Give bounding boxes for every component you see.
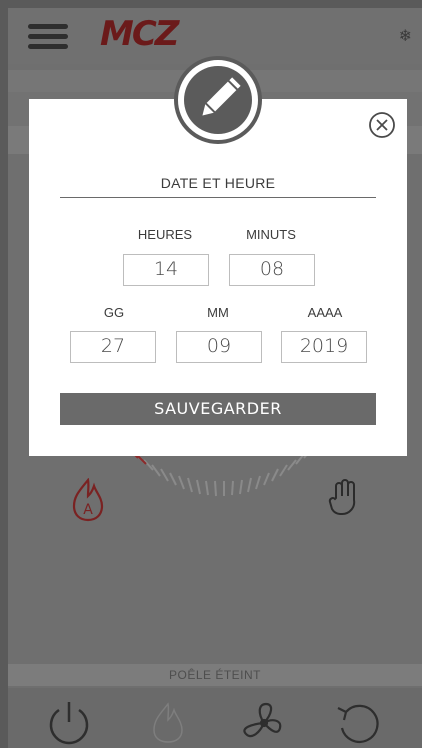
year-field[interactable]: 2019 xyxy=(281,331,367,363)
month-field[interactable]: 09 xyxy=(176,331,262,363)
hours-field[interactable]: 14 xyxy=(123,254,209,286)
manual-mode-hand-icon[interactable] xyxy=(328,478,362,522)
dialog-title: DATE ET HEURE xyxy=(160,175,276,191)
month-label: MM xyxy=(207,305,229,320)
status-bar: POÊLE ÉTEINT xyxy=(8,664,422,686)
date-time-dialog: DATE ET HEURE HEURES MINUTS 14 08 GG MM … xyxy=(29,99,407,456)
minutes-field[interactable]: 08 xyxy=(229,254,315,286)
status-text: POÊLE ÉTEINT xyxy=(168,668,262,682)
save-button[interactable]: SAUVEGARDER xyxy=(60,393,376,425)
fan-icon[interactable] xyxy=(238,700,290,746)
power-dial[interactable] xyxy=(118,448,318,518)
power-icon[interactable] xyxy=(44,700,94,746)
minutes-label: MINUTS xyxy=(246,227,296,242)
snowflake-icon[interactable]: ❄ xyxy=(399,26,412,45)
edit-badge xyxy=(174,56,262,144)
day-label: GG xyxy=(103,305,125,320)
flame-icon[interactable] xyxy=(148,700,188,746)
brand-logo: MCZ xyxy=(100,14,179,54)
hamburger-menu-icon[interactable] xyxy=(28,24,68,50)
title-divider xyxy=(60,197,376,198)
hours-label: HEURES xyxy=(137,227,193,242)
close-icon[interactable] xyxy=(368,111,396,139)
year-label: AAAA xyxy=(307,305,343,320)
refresh-icon[interactable] xyxy=(334,700,384,746)
pencil-icon xyxy=(184,66,252,134)
svg-text:A: A xyxy=(83,502,93,518)
bottom-nav xyxy=(8,688,422,748)
auto-mode-flame-icon[interactable]: A xyxy=(70,477,106,526)
day-field[interactable]: 27 xyxy=(70,331,156,363)
